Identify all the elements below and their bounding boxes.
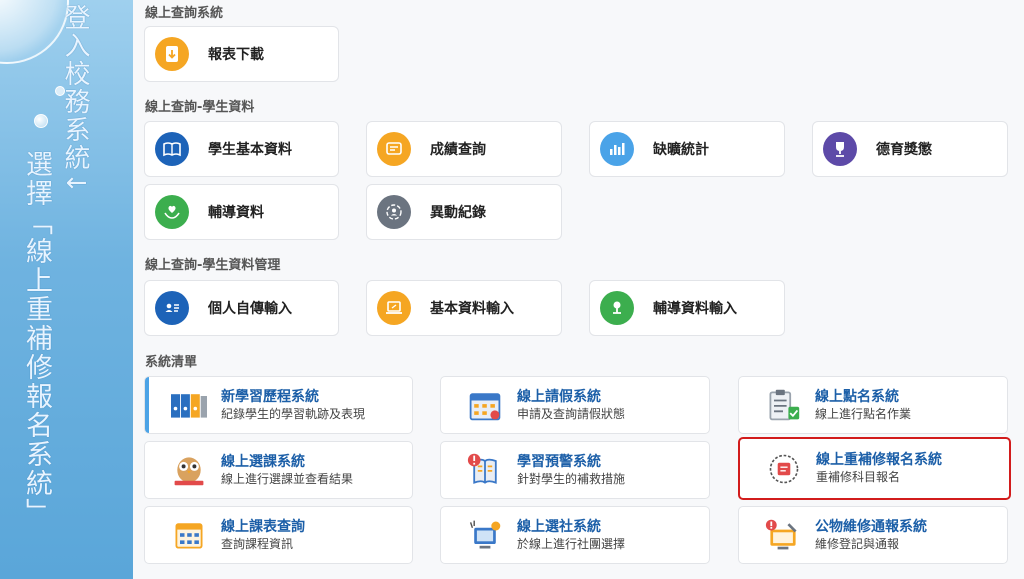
- section-title-query: 線上查詢系統: [145, 6, 224, 21]
- card-label: 輔導資料: [208, 205, 264, 221]
- system-desc: 於線上進行社團選擇: [517, 536, 626, 551]
- plant-hand-icon: [600, 291, 634, 325]
- system-desc: 線上進行選課並查看結果: [221, 471, 354, 486]
- system-name: 線上課表查詢: [221, 518, 305, 535]
- system-desc: 線上進行點名作業: [815, 406, 912, 421]
- card-label: 學生基本資料: [208, 142, 292, 158]
- retake-icon: [762, 449, 806, 489]
- timetable-icon: [167, 515, 211, 555]
- system-desc: 重補修科目報名: [816, 470, 901, 484]
- section-title-system-list: 系統清單: [145, 355, 198, 370]
- card-label: 輔導資料輸入: [653, 301, 737, 317]
- system-learning-warning[interactable]: 學習預警系統 針對學生的補救措施: [440, 441, 710, 499]
- left-instruction-panel: 登入校務系統↓ 選擇「線上重補修報名系統」: [0, 0, 133, 579]
- calendar-icon: [463, 385, 507, 425]
- system-name: 線上選課系統: [221, 453, 305, 470]
- system-repair-report[interactable]: 公物維修通報系統 維修登記與通報: [738, 506, 1008, 564]
- system-leave[interactable]: 線上請假系統 申請及查詢請假狀態: [440, 376, 710, 434]
- card-basic-input[interactable]: 基本資料輸入: [366, 280, 562, 336]
- warning-book-icon: [463, 450, 507, 490]
- system-name: 學習預警系統: [517, 453, 601, 470]
- card-grade-query[interactable]: 成績查詢: [366, 121, 562, 177]
- system-name: 公物維修通報系統: [815, 518, 927, 535]
- system-timetable[interactable]: 線上課表查詢 查詢課程資訊: [144, 506, 413, 564]
- card-label: 成績查詢: [430, 142, 486, 158]
- binders-icon: [167, 385, 211, 425]
- bubble-decoration: [0, 0, 69, 64]
- card-counseling-input[interactable]: 輔導資料輸入: [589, 280, 785, 336]
- system-club-selection[interactable]: 線上選社系統 於線上進行社團選擇: [440, 506, 710, 564]
- card-counseling[interactable]: 輔導資料: [144, 184, 339, 240]
- bar-chart-icon: [600, 132, 634, 166]
- system-name: 線上選社系統: [517, 518, 601, 535]
- card-report-download[interactable]: 報表下載: [144, 26, 339, 82]
- card-change-records[interactable]: 異動紀錄: [366, 184, 562, 240]
- bubble-decoration: [34, 114, 48, 128]
- download-file-icon: [155, 37, 189, 71]
- card-label: 報表下載: [208, 47, 264, 63]
- card-student-basic[interactable]: 學生基本資料: [144, 121, 339, 177]
- instruction-login: 登入校務系統↓: [60, 4, 90, 196]
- heart-hands-icon: [155, 195, 189, 229]
- person-cycle-icon: [377, 195, 411, 229]
- section-title-student-data: 線上查詢-學生資料: [145, 100, 255, 115]
- system-desc: 查詢課程資訊: [221, 536, 294, 551]
- system-course-selection[interactable]: 線上選課系統 線上進行選課並查看結果: [144, 441, 413, 499]
- club-icon: [463, 515, 507, 555]
- system-learning-portfolio[interactable]: 新學習歷程系統 紀錄學生的學習軌跡及表現: [144, 376, 413, 434]
- card-absence-stats[interactable]: 缺曠統計: [589, 121, 785, 177]
- system-desc: 維修登記與通報: [815, 536, 900, 551]
- system-desc: 申請及查詢請假狀態: [517, 406, 626, 421]
- card-label: 個人自傳輸入: [208, 301, 292, 317]
- system-desc: 紀錄學生的學習軌跡及表現: [221, 406, 366, 421]
- card-label: 德育獎懲: [876, 142, 932, 158]
- card-label: 基本資料輸入: [430, 301, 514, 317]
- system-roll-call[interactable]: 線上點名系統 線上進行點名作業: [738, 376, 1008, 434]
- system-desc: 針對學生的補救措施: [517, 471, 626, 486]
- clipboard-icon: [761, 385, 805, 425]
- trophy-icon: [823, 132, 857, 166]
- profile-card-icon: [155, 291, 189, 325]
- main-content: 線上查詢系統 報表下載 線上查詢-學生資料 學生基本資料 成績查詢 缺曠統計 德…: [133, 0, 1024, 579]
- laptop-icon: [377, 291, 411, 325]
- card-label: 異動紀錄: [430, 205, 486, 221]
- section-title-student-data-mgmt: 線上查詢-學生資料管理: [145, 258, 281, 273]
- system-retake-registration[interactable]: 線上重補修報名系統 重補修科目報名: [738, 437, 1011, 500]
- selected-indicator: [145, 377, 149, 433]
- repair-icon: [761, 515, 805, 555]
- card-autobiography-input[interactable]: 個人自傳輸入: [144, 280, 339, 336]
- report-card-icon: [377, 132, 411, 166]
- system-name: 線上重補修報名系統: [816, 452, 942, 468]
- system-name: 新學習歷程系統: [221, 388, 319, 405]
- system-name: 線上點名系統: [815, 388, 899, 405]
- instruction-select: 選擇「線上重補修報名系統」: [21, 150, 52, 527]
- book-icon: [155, 132, 189, 166]
- card-label: 缺曠統計: [653, 142, 709, 158]
- card-moral-awards[interactable]: 德育獎懲: [812, 121, 1008, 177]
- system-name: 線上請假系統: [517, 388, 601, 405]
- owl-icon: [167, 450, 211, 490]
